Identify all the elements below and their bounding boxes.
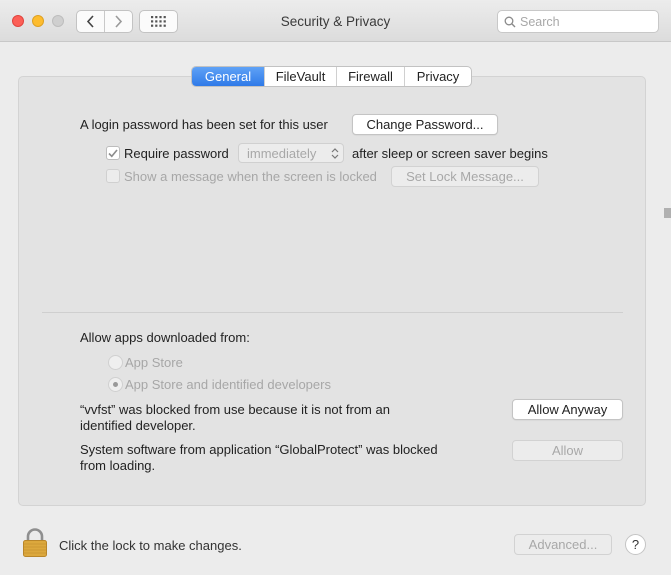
blocked-app-line-2: identified developer.	[80, 418, 196, 433]
general-panel: A login password has been set for this u…	[18, 76, 646, 506]
require-password-interval-value: immediately	[247, 145, 317, 161]
tab-general[interactable]: General	[192, 67, 264, 86]
change-password-button[interactable]: Change Password...	[352, 114, 498, 135]
tab-filevault[interactable]: FileVault	[264, 67, 336, 86]
radio-app-store[interactable]	[108, 355, 123, 370]
require-password-checkbox[interactable]	[106, 146, 120, 160]
radio-app-store-identified[interactable]	[108, 377, 123, 392]
advanced-button[interactable]: Advanced...	[514, 534, 612, 555]
require-password-interval-popup[interactable]: immediately	[238, 143, 344, 163]
allow-apps-heading: Allow apps downloaded from:	[80, 330, 250, 345]
tab-privacy[interactable]: Privacy	[404, 67, 471, 86]
search-field[interactable]	[497, 10, 659, 33]
allow-anyway-button[interactable]: Allow Anyway	[512, 399, 623, 420]
set-lock-message-button[interactable]: Set Lock Message...	[391, 166, 539, 187]
require-password-suffix: after sleep or screen saver begins	[352, 146, 548, 161]
require-password-label: Require password	[124, 146, 229, 161]
blocked-system-line-2: from loading.	[80, 458, 156, 473]
radio-app-store-identified-label: App Store and identified developers	[125, 377, 331, 392]
radio-app-store-label: App Store	[125, 355, 183, 370]
tab-bar: General FileVault Firewall Privacy	[191, 66, 472, 87]
window-edge-marker	[664, 208, 671, 218]
section-divider	[42, 312, 623, 313]
help-button[interactable]: ?	[625, 534, 646, 555]
checkmark-icon	[108, 148, 118, 157]
show-message-label: Show a message when the screen is locked	[124, 169, 377, 184]
lock-button[interactable]	[22, 528, 48, 561]
tab-firewall[interactable]: Firewall	[336, 67, 404, 86]
blocked-app-message: “vvfst” was blocked from use because it …	[80, 402, 390, 434]
show-message-checkbox[interactable]	[106, 169, 120, 183]
lock-icon	[23, 528, 47, 557]
title-bar: Security & Privacy	[0, 0, 671, 42]
lock-hint-text: Click the lock to make changes.	[59, 538, 242, 553]
search-icon	[504, 16, 516, 28]
blocked-system-line-1: System software from application “Global…	[80, 442, 438, 457]
blocked-app-line-1: “vvfst” was blocked from use because it …	[80, 402, 390, 417]
allow-button[interactable]: Allow	[512, 440, 623, 461]
search-input[interactable]	[520, 13, 655, 30]
up-down-arrows-icon	[331, 148, 339, 159]
login-password-text: A login password has been set for this u…	[80, 117, 328, 132]
blocked-system-message: System software from application “Global…	[80, 442, 438, 474]
